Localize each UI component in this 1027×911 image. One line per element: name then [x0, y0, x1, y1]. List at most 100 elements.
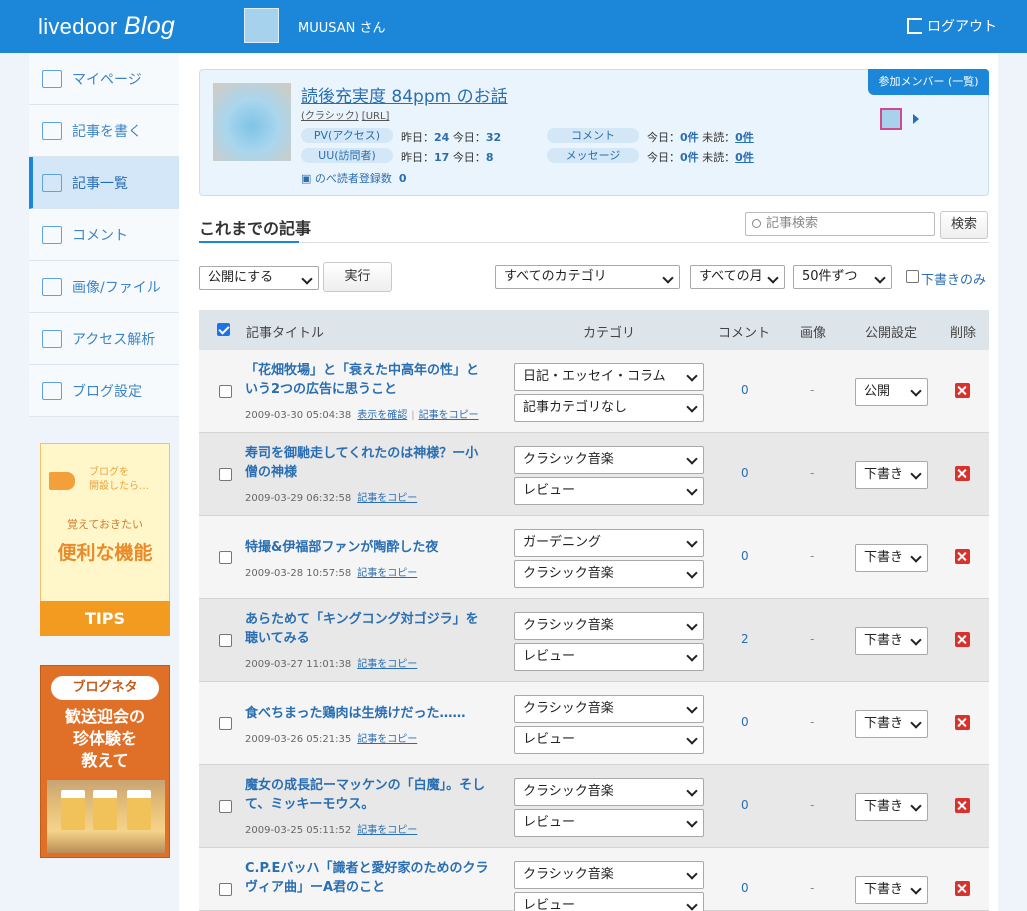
- copy-link[interactable]: 記事をコピー: [357, 659, 417, 670]
- category-select-2[interactable]: レビュー: [514, 809, 704, 837]
- copy-link[interactable]: 記事をコピー: [357, 568, 417, 579]
- delete-icon[interactable]: [955, 798, 970, 813]
- category-filter-select[interactable]: すべてのカテゴリ: [495, 265, 680, 289]
- row-checkbox[interactable]: [219, 717, 232, 730]
- article-title-link[interactable]: 魔女の成長記ーマッケンの「白魔」。そして、ミッキーモウス。: [245, 776, 490, 814]
- comment-count[interactable]: 0: [741, 798, 749, 812]
- article-meta: 2009-03-26 05:21:35 記事をコピー: [245, 734, 418, 745]
- publish-status-select[interactable]: 下書き: [855, 461, 928, 489]
- article-search-input[interactable]: 記事検索: [745, 212, 935, 236]
- comment-icon: [42, 225, 62, 244]
- category-select-1[interactable]: クラシック音楽: [514, 695, 704, 723]
- article-title-link[interactable]: C.P.Eバッハ「識者と愛好家のためのクラヴィア曲」ーA君のこと: [245, 859, 490, 897]
- search-button[interactable]: 検索: [940, 211, 988, 239]
- table-header: 記事タイトル カテゴリ コメント 画像 公開設定 削除: [199, 310, 989, 350]
- blog-url-link[interactable]: [URL]: [362, 111, 390, 122]
- sidebar: マイページ 記事を書く 記事一覧 コメント 画像/ファイル アクセス解析 ブログ…: [29, 53, 179, 911]
- tips-banner[interactable]: ブログを 開設したら… 覚えておきたい 便利な機能 TIPS: [40, 443, 170, 636]
- publish-status-select[interactable]: 公開: [855, 378, 928, 406]
- image-indicator: -: [810, 383, 815, 397]
- comment-count[interactable]: 0: [741, 383, 749, 397]
- category-select-2[interactable]: レビュー: [514, 477, 704, 505]
- category-select-2[interactable]: クラシック音楽: [514, 560, 704, 588]
- category-select-2[interactable]: レビュー: [514, 892, 704, 911]
- logout-icon: [907, 18, 922, 34]
- sidebar-item-comments[interactable]: コメント: [29, 209, 179, 261]
- delete-icon[interactable]: [955, 549, 970, 564]
- category-select-1[interactable]: 日記・エッセイ・コラム: [514, 363, 704, 391]
- month-filter-select[interactable]: すべての月: [690, 265, 785, 289]
- publish-status-select[interactable]: 下書き: [855, 627, 928, 655]
- sidebar-item-settings[interactable]: ブログ設定: [29, 365, 179, 417]
- member-avatar[interactable]: [880, 108, 902, 130]
- category-select-1[interactable]: クラシック音楽: [514, 612, 704, 640]
- comment-count[interactable]: 2: [741, 632, 749, 646]
- publish-status-select[interactable]: 下書き: [855, 793, 928, 821]
- publish-status-select[interactable]: 下書き: [855, 876, 928, 904]
- caret-right-icon[interactable]: [913, 114, 919, 124]
- document-icon: [42, 173, 62, 192]
- bulk-action-select[interactable]: 公開にする: [199, 266, 319, 290]
- delete-icon[interactable]: [955, 466, 970, 481]
- sidebar-item-images[interactable]: 画像/ファイル: [29, 261, 179, 313]
- copy-link[interactable]: 記事をコピー: [357, 825, 417, 836]
- article-title-link[interactable]: あらためて「キングコング対ゴジラ」を聴いてみる: [245, 610, 490, 648]
- delete-icon[interactable]: [955, 632, 970, 647]
- publish-status-select[interactable]: 下書き: [855, 544, 928, 572]
- row-checkbox[interactable]: [219, 551, 232, 564]
- copy-link[interactable]: 記事をコピー: [419, 410, 479, 421]
- article-title-link[interactable]: 特撮&伊福部ファンが陶酔した夜: [245, 538, 490, 557]
- user-avatar[interactable]: [244, 8, 279, 43]
- article-title-link[interactable]: 「花畑牧場」と「衰えた中高年の性」という2つの広告に思うこと: [245, 361, 490, 399]
- select-all-checkbox[interactable]: [217, 323, 230, 336]
- drafts-only-checkbox[interactable]: [906, 270, 919, 283]
- copy-link[interactable]: 記事をコピー: [357, 734, 417, 745]
- comment-count[interactable]: 0: [741, 881, 749, 895]
- section-underline: [199, 241, 299, 243]
- run-button[interactable]: 実行: [323, 262, 392, 292]
- category-select-1[interactable]: クラシック音楽: [514, 861, 704, 889]
- delete-icon[interactable]: [955, 383, 970, 398]
- category-select-2[interactable]: 記事カテゴリなし: [514, 394, 704, 422]
- publish-status-select[interactable]: 下書き: [855, 710, 928, 738]
- image-indicator: -: [810, 632, 815, 646]
- category-select-2[interactable]: レビュー: [514, 643, 704, 671]
- comment-count[interactable]: 0: [741, 466, 749, 480]
- blog-info-box: 読後充実度 84ppm のお話 (クラシック) [URL] PV(アクセス) 昨…: [199, 69, 989, 196]
- delete-icon[interactable]: [955, 881, 970, 896]
- category-select-2[interactable]: レビュー: [514, 726, 704, 754]
- sidebar-item-mypage[interactable]: マイページ: [29, 53, 179, 105]
- category-select-1[interactable]: クラシック音楽: [514, 446, 704, 474]
- comment-count[interactable]: 0: [741, 549, 749, 563]
- members-button[interactable]: 参加メンバー (一覧): [868, 69, 989, 95]
- blog-title[interactable]: 読後充実度 84ppm のお話: [301, 82, 508, 107]
- beer-toast-photo: [47, 780, 165, 853]
- sidebar-item-analytics[interactable]: アクセス解析: [29, 313, 179, 365]
- article-title-link[interactable]: 食べちまった鶏肉は生焼けだった……: [245, 704, 490, 723]
- blog-neta-banner[interactable]: ブログネタ 歓送迎会の 珍体験を 教えて: [40, 665, 170, 858]
- delete-icon[interactable]: [955, 715, 970, 730]
- category-select-1[interactable]: クラシック音楽: [514, 778, 704, 806]
- row-checkbox[interactable]: [219, 634, 232, 647]
- category-select-1[interactable]: ガーデニング: [514, 529, 704, 557]
- article-title-link[interactable]: 寿司を御馳走してくれたのは神様？ー小僧の神様: [245, 444, 490, 482]
- sidebar-item-write[interactable]: 記事を書く: [29, 105, 179, 157]
- page-scrollbar[interactable]: [1014, 53, 1027, 911]
- copy-link[interactable]: 記事をコピー: [357, 493, 417, 504]
- logout-link[interactable]: ログアウト: [907, 16, 997, 36]
- table-row: 「花畑牧場」と「衰えた中高年の性」という2つの広告に思うこと 2009-03-3…: [199, 350, 989, 433]
- livedoor-blog-logo[interactable]: livedoor Blog: [38, 12, 175, 41]
- blog-category-link[interactable]: (クラシック): [301, 111, 359, 122]
- drafts-only-label[interactable]: 下書きのみ: [921, 269, 986, 288]
- row-checkbox[interactable]: [219, 883, 232, 896]
- per-page-select[interactable]: 50件ずつ: [793, 265, 892, 289]
- blog-thumbnail[interactable]: [213, 83, 291, 161]
- row-checkbox[interactable]: [219, 800, 232, 813]
- sidebar-item-articles[interactable]: 記事一覧: [29, 157, 179, 209]
- comment-count[interactable]: 0: [741, 715, 749, 729]
- row-checkbox[interactable]: [219, 385, 232, 398]
- view-link[interactable]: 表示を確認: [357, 410, 407, 421]
- row-checkbox[interactable]: [219, 468, 232, 481]
- sidebar-item-label: アクセス解析: [72, 331, 156, 348]
- username[interactable]: MUUSAN さん: [298, 17, 386, 36]
